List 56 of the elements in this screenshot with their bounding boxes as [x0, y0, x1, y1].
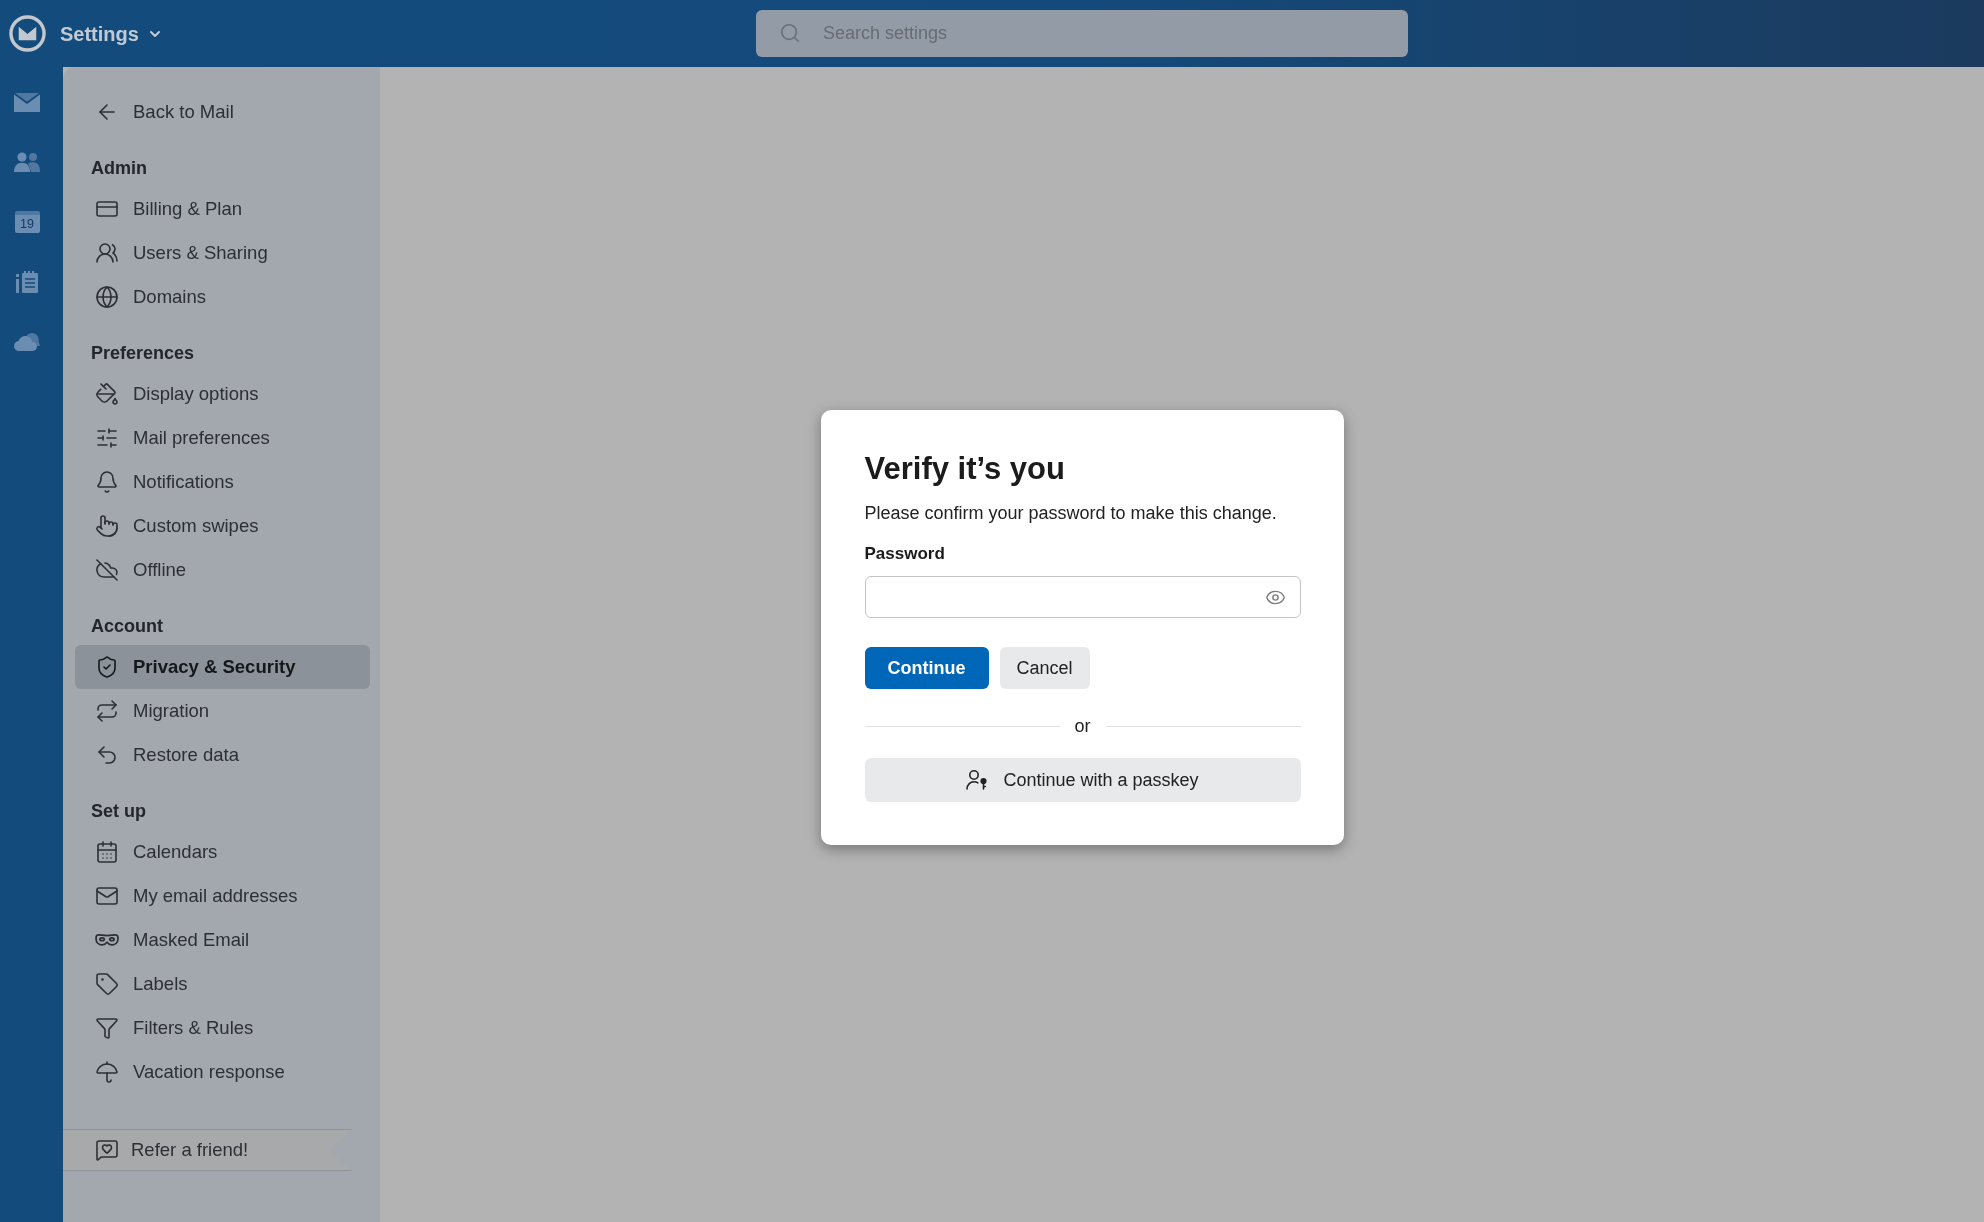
back-link[interactable]: Back to Mail	[75, 90, 370, 134]
section-heading: Preferences	[90, 341, 196, 365]
sidebar-item[interactable]: Mail preferences	[75, 416, 370, 460]
sidebar-item[interactable]: Users & Sharing	[75, 231, 370, 275]
section-heading: Account	[90, 614, 164, 638]
sidebar-item[interactable]: Migration	[75, 689, 370, 733]
sidebar-item[interactable]: Filters & Rules	[75, 1006, 370, 1050]
continue-button[interactable]: Continue	[864, 647, 989, 690]
sidebar-item[interactable]: My email addresses	[75, 874, 370, 918]
separator-text: or	[1073, 715, 1092, 738]
sidebar-item[interactable]: Calendars	[75, 830, 370, 874]
sidebar-item[interactable]: Vacation response	[75, 1050, 370, 1094]
user-key-icon	[966, 770, 989, 791]
shield-check-icon	[95, 655, 119, 679]
refer-friend-banner[interactable]: Refer a friend!	[63, 1129, 352, 1171]
sidebar-item[interactable]: Labels	[75, 962, 370, 1006]
passkey-button[interactable]: Continue with a passkey	[864, 758, 1301, 803]
people-icon	[14, 152, 40, 172]
search-icon	[779, 22, 801, 44]
envelope-icon	[14, 92, 40, 112]
sidebar-item[interactable]: Custom swipes	[75, 504, 370, 548]
sidebar-item[interactable]: Restore data	[75, 733, 370, 777]
sidebar-item[interactable]: Display options	[75, 372, 370, 416]
bell-icon	[95, 470, 119, 494]
logo-icon	[9, 15, 46, 52]
sidebar-item[interactable]: Billing & Plan	[75, 187, 370, 231]
calendar-icon	[95, 840, 119, 864]
calendar-button[interactable]: 19	[14, 211, 40, 233]
settings-menu-button[interactable]: Settings	[60, 18, 163, 49]
password-field[interactable]	[864, 576, 1301, 619]
sidebar-item[interactable]: Notifications	[75, 460, 370, 504]
dialog-message: Please confirm your password to make this change.	[864, 502, 1278, 526]
envelope-icon	[95, 884, 119, 908]
repeat-arrows-icon	[95, 699, 119, 723]
password-label: Password	[864, 543, 946, 566]
cloud-off-icon	[95, 558, 119, 582]
cancel-button[interactable]: Cancel	[999, 647, 1090, 690]
globe-icon	[95, 285, 119, 309]
people-icon	[95, 241, 119, 265]
section-heading: Set up	[90, 799, 147, 823]
heart-message-icon	[95, 1138, 119, 1162]
sliders-icon	[95, 426, 119, 450]
dialog-title: Verify it’s you	[864, 450, 1066, 488]
paint-bucket-icon	[95, 382, 119, 406]
undo-arrow-icon	[95, 743, 119, 767]
sidebar-item[interactable]: Masked Email	[75, 918, 370, 962]
tag-icon	[95, 972, 119, 996]
cloud-icon	[14, 333, 40, 351]
notepad-icon	[16, 271, 38, 293]
sidebar-item[interactable]: Offline	[75, 548, 370, 592]
umbrella-icon	[95, 1060, 119, 1084]
sidebar-item[interactable]: Domains	[75, 275, 370, 319]
section-heading: Admin	[90, 156, 148, 180]
pointing-hand-icon	[95, 514, 119, 538]
sidebar-item[interactable]: Privacy & Security	[75, 645, 370, 689]
funnel-icon	[95, 1016, 119, 1040]
